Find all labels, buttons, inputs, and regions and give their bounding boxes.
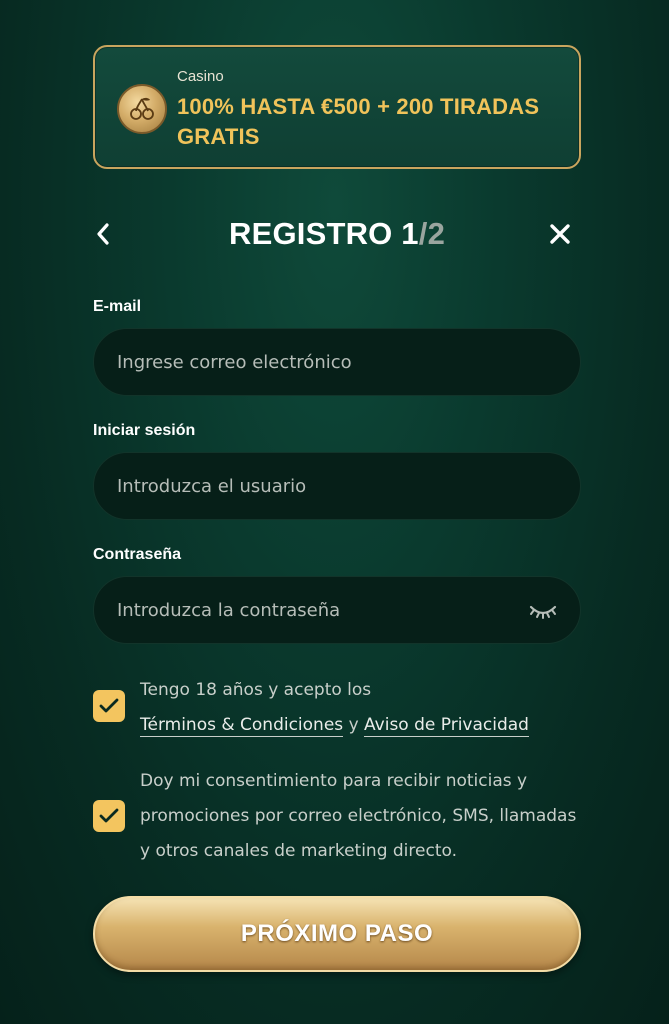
terms-links-line: Términos & Condiciones y Aviso de Privac… bbox=[140, 708, 580, 743]
registration-modal: Casino 100% HASTA €500 + 200 TIRADAS GRA… bbox=[0, 0, 669, 1024]
login-label: Iniciar sesión bbox=[93, 422, 196, 439]
terms-link[interactable]: Términos & Condiciones bbox=[140, 715, 344, 737]
eye-closed-icon bbox=[529, 605, 557, 619]
password-label: Contraseña bbox=[93, 546, 182, 563]
username-field[interactable] bbox=[94, 453, 580, 519]
terms-consent-text: Tengo 18 años y acepto los Términos & Co… bbox=[140, 673, 580, 743]
checkmark-icon bbox=[99, 808, 119, 823]
title-step: REGISTRO 1 bbox=[228, 216, 419, 251]
password-field-wrapper bbox=[93, 576, 581, 644]
login-field-wrapper bbox=[93, 452, 581, 520]
password-field[interactable] bbox=[94, 577, 580, 643]
email-field-wrapper bbox=[93, 328, 581, 396]
password-visibility-toggle[interactable] bbox=[528, 599, 558, 623]
close-icon bbox=[550, 224, 570, 244]
terms-conjunction: y bbox=[348, 715, 359, 735]
checkmark-icon bbox=[99, 698, 119, 713]
promo-title: 100% HASTA €500 + 200 TIRADAS GRATIS bbox=[177, 94, 540, 149]
close-button[interactable] bbox=[545, 216, 575, 252]
marketing-consent-text: Doy mi consentimiento para recibir notic… bbox=[140, 771, 577, 861]
next-step-label: PRÓXIMO PASO bbox=[240, 920, 434, 947]
page-title: REGISTRO 1/2 bbox=[93, 216, 581, 252]
marketing-checkbox[interactable] bbox=[93, 800, 125, 832]
promo-category: Casino bbox=[177, 68, 224, 85]
terms-prefix: Tengo 18 años y acepto los bbox=[140, 680, 372, 700]
privacy-link[interactable]: Aviso de Privacidad bbox=[364, 715, 529, 737]
title-step-total: /2 bbox=[418, 216, 446, 251]
email-label: E-mail bbox=[93, 298, 142, 315]
email-field[interactable] bbox=[94, 329, 580, 395]
cherry-icon bbox=[117, 84, 167, 134]
terms-checkbox[interactable] bbox=[93, 690, 125, 722]
next-step-button[interactable]: PRÓXIMO PASO bbox=[93, 896, 581, 972]
promo-banner[interactable]: Casino 100% HASTA €500 + 200 TIRADAS GRA… bbox=[93, 45, 581, 169]
modal-header: REGISTRO 1/2 bbox=[93, 208, 581, 260]
